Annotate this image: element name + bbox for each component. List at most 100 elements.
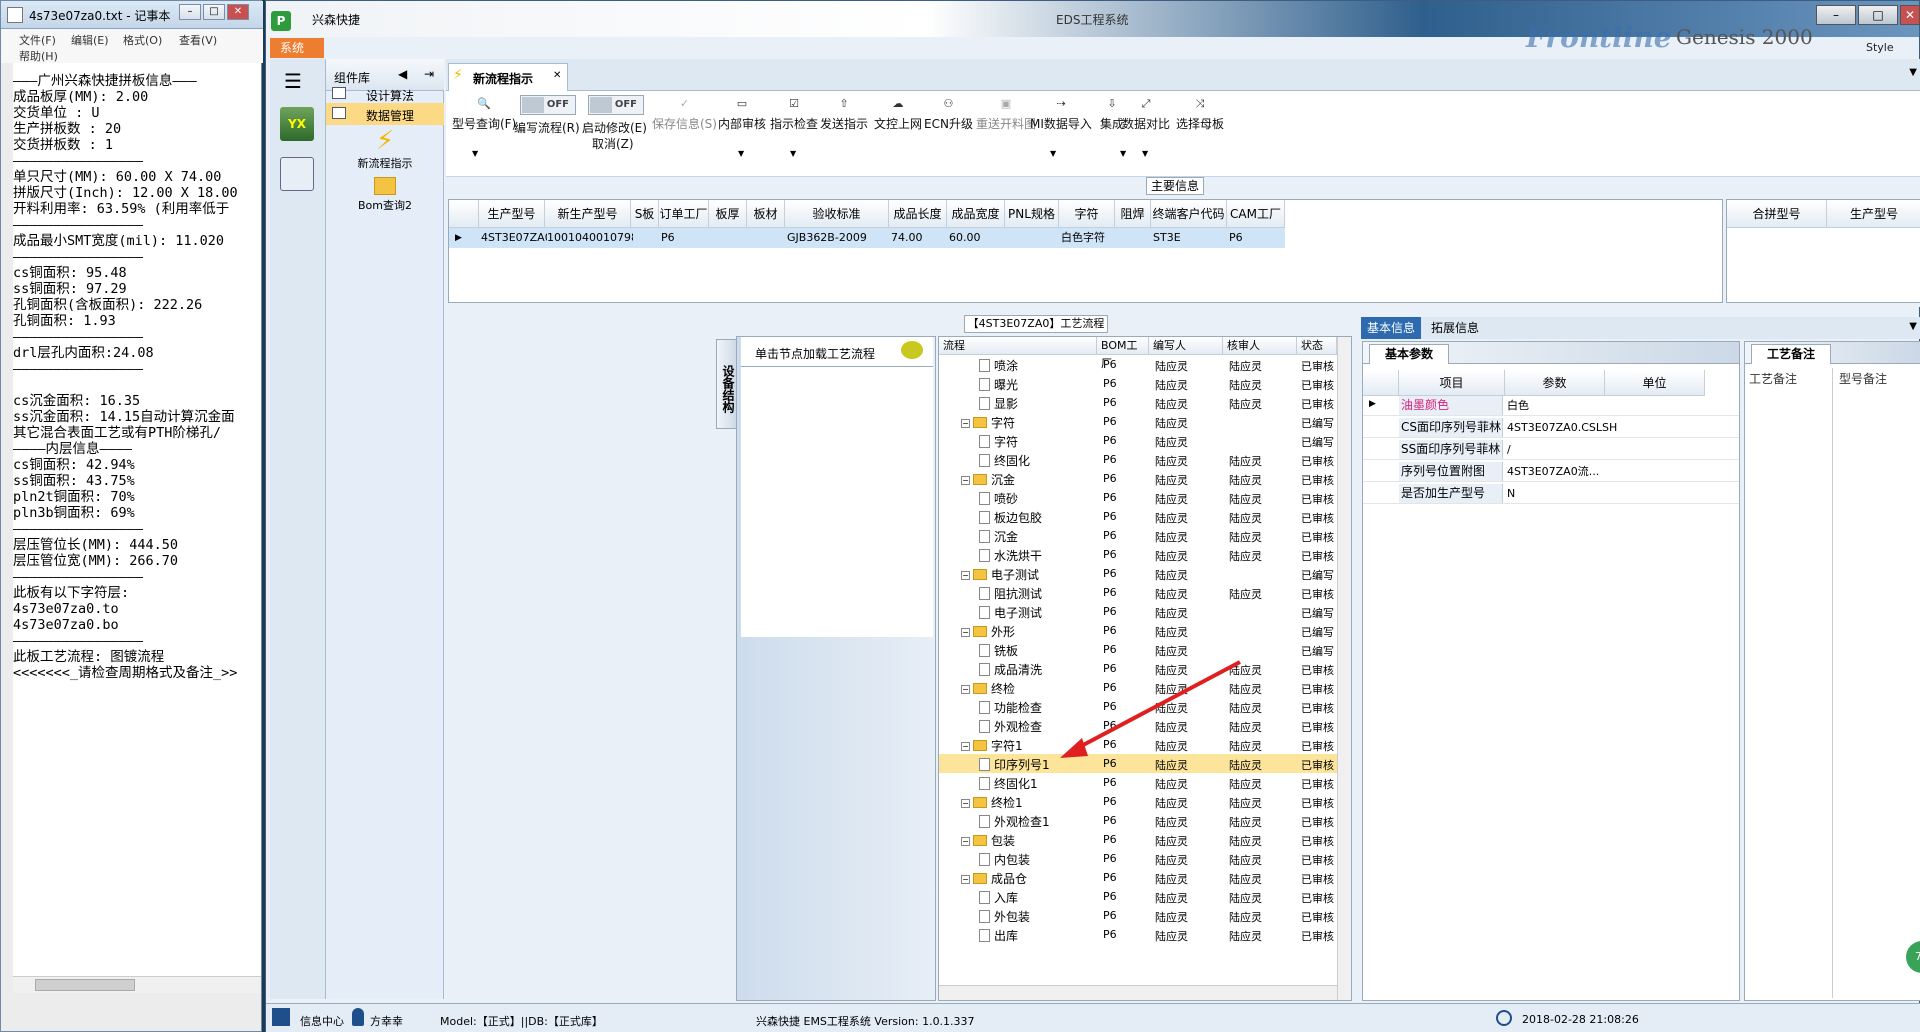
column-header[interactable]: 终端客户代码 bbox=[1151, 200, 1227, 228]
menu-file[interactable]: 文件(F) bbox=[19, 32, 56, 48]
toolbar-button-13[interactable]: ⤨ 选择母板 bbox=[1176, 97, 1224, 132]
chevron-down-icon[interactable]: ▼ bbox=[472, 149, 478, 158]
column-header[interactable]: 成品宽度 bbox=[947, 200, 1005, 228]
tree-row[interactable]: 终固化 P6 陆应灵 陆应灵 已审核 bbox=[939, 450, 1339, 469]
column-header[interactable]: 生产型号 bbox=[479, 200, 545, 228]
menu-view[interactable]: 查看(V) bbox=[179, 32, 217, 48]
notepad-hscrollbar[interactable] bbox=[13, 976, 261, 993]
param-column-header[interactable]: 参数 bbox=[1505, 370, 1605, 396]
column-header[interactable]: 板材 bbox=[747, 200, 785, 228]
column-header[interactable]: 合拼型号 bbox=[1727, 200, 1827, 228]
expander-icon[interactable]: − bbox=[961, 571, 970, 580]
toolbar-button-12[interactable]: ⤢ 数据对比 bbox=[1122, 97, 1170, 132]
tree-column-header[interactable]: 编写人 bbox=[1149, 337, 1223, 355]
param-column-header[interactable]: 单位 bbox=[1605, 370, 1705, 396]
merged-model-grid[interactable]: 合拼型号 生产型号 bbox=[1726, 199, 1920, 303]
tree-row[interactable]: − 终检 P6 陆应灵 陆应灵 已审核 bbox=[939, 678, 1339, 697]
tree-row[interactable]: 板边包胶 P6 陆应灵 陆应灵 已审核 bbox=[939, 507, 1339, 526]
column-header[interactable]: 板厚 bbox=[709, 200, 747, 228]
column-header[interactable]: 订单工厂 bbox=[659, 200, 709, 228]
close-tab-icon[interactable]: ✕ bbox=[553, 70, 561, 81]
tree-row[interactable]: 沉金 P6 陆应灵 陆应灵 已审核 bbox=[939, 526, 1339, 545]
yx-icon[interactable]: YX bbox=[280, 107, 314, 141]
node-list[interactable] bbox=[741, 367, 933, 637]
tree-row[interactable]: 印序列号1 P6 陆应灵 陆应灵 已审核 bbox=[939, 754, 1339, 773]
tree-row[interactable]: − 字符 P6 陆应灵 已编写 bbox=[939, 412, 1339, 431]
column-header[interactable]: PNL规格 bbox=[1005, 200, 1059, 228]
maximize-button[interactable]: □ bbox=[203, 4, 225, 20]
param-column-header[interactable]: 项目 bbox=[1399, 370, 1505, 396]
tab-craft-notes[interactable]: 工艺备注 bbox=[1751, 344, 1831, 364]
maximize-button[interactable]: □ bbox=[1858, 5, 1898, 25]
tab-basic-params[interactable]: 基本参数 bbox=[1369, 344, 1449, 364]
toolbar-button-8[interactable]: ⚇ ECN升级 bbox=[924, 97, 973, 132]
tree-row[interactable]: 成品清洗 P6 陆应灵 陆应灵 已审核 bbox=[939, 659, 1339, 678]
param-row[interactable]: 是否加生产型号 N bbox=[1363, 484, 1739, 504]
param-value[interactable]: 白色 bbox=[1505, 396, 1605, 415]
toolbar-button-11[interactable]: ⇩ 集成 bbox=[1100, 97, 1124, 132]
tree-row[interactable]: 喷涂 P6 陆应灵 陆应灵 已审核 bbox=[939, 355, 1339, 374]
vertical-tab-equipment[interactable]: 设备结构 bbox=[716, 339, 738, 429]
component-design-algo[interactable]: 设计算法 bbox=[326, 83, 444, 105]
tree-hscrollbar[interactable] bbox=[939, 985, 1337, 1000]
chevron-down-icon[interactable]: ▼ bbox=[1120, 149, 1126, 158]
column-header[interactable]: S板 bbox=[631, 200, 659, 228]
toggle-switch[interactable]: OFF bbox=[588, 95, 644, 115]
minimize-button[interactable]: – bbox=[1816, 5, 1856, 25]
chevron-down-icon[interactable]: ▼ bbox=[738, 149, 744, 158]
tree-column-header[interactable]: 流程 bbox=[939, 337, 1097, 355]
param-row[interactable]: 序列号位置附图 4ST3E07ZA0流... bbox=[1363, 462, 1739, 482]
toggle-switch[interactable]: OFF bbox=[520, 95, 576, 115]
column-header[interactable]: 新生产型号 bbox=[545, 200, 631, 228]
toolbar-button-6[interactable]: ⇧ 发送指示 bbox=[820, 97, 868, 132]
param-value[interactable]: 4ST3E07ZA0.CSLSH bbox=[1505, 418, 1617, 437]
tree-row[interactable]: − 终检1 P6 陆应灵 陆应灵 已审核 bbox=[939, 792, 1339, 811]
tree-row[interactable]: 外观检查 P6 陆应灵 陆应灵 已审核 bbox=[939, 716, 1339, 735]
menu-format[interactable]: 格式(O) bbox=[123, 32, 162, 48]
tree-row[interactable]: 阻抗测试 P6 陆应灵 陆应灵 已审核 bbox=[939, 583, 1339, 602]
chevron-down-icon[interactable]: ▼ bbox=[1142, 149, 1148, 158]
param-row[interactable]: CS面印序列号菲林 4ST3E07ZA0.CSLSH bbox=[1363, 418, 1739, 438]
param-value[interactable]: 4ST3E07ZA0流... bbox=[1505, 462, 1605, 481]
expander-icon[interactable]: − bbox=[961, 742, 970, 751]
minimize-button[interactable]: – bbox=[179, 4, 201, 20]
toolbar-button-3[interactable]: ✓ 保存信息(S) bbox=[652, 97, 717, 132]
chevron-down-icon[interactable]: ▼ bbox=[1050, 149, 1056, 158]
collapse-icon[interactable]: ◀ bbox=[398, 67, 407, 81]
tree-row[interactable]: 外包装 P6 陆应灵 陆应灵 已审核 bbox=[939, 906, 1339, 925]
tree-row[interactable]: 喷砂 P6 陆应灵 陆应灵 已审核 bbox=[939, 488, 1339, 507]
expander-icon[interactable]: − bbox=[961, 875, 970, 884]
tree-row[interactable]: − 外形 P6 陆应灵 已编写 bbox=[939, 621, 1339, 640]
tree-row[interactable]: − 电子测试 P6 陆应灵 已编写 bbox=[939, 564, 1339, 583]
component-data-mgmt[interactable]: 数据管理 bbox=[326, 103, 444, 125]
toolbar-button-5[interactable]: ☑ 指示检查 bbox=[770, 97, 818, 132]
bom-query-item[interactable]: Bom查询2 bbox=[326, 175, 444, 213]
param-value[interactable]: N bbox=[1505, 484, 1605, 503]
process-tree[interactable]: 流程 BOM工厂 编写人 核审人 状态 喷涂 P6 陆应灵 陆应灵 已审核 曝光 P6 陆应灵 陆应灵 已审… bbox=[938, 336, 1352, 1001]
close-button[interactable]: ✕ bbox=[1900, 5, 1920, 25]
column-header[interactable]: 字符 bbox=[1059, 200, 1115, 228]
tree-row[interactable]: − 成品仓 P6 陆应灵 陆应灵 已审核 bbox=[939, 868, 1339, 887]
chevron-down-icon[interactable]: ▼ bbox=[1909, 321, 1917, 332]
expander-icon[interactable]: − bbox=[961, 476, 970, 485]
tree-row[interactable]: 出库 P6 陆应灵 陆应灵 已审核 bbox=[939, 925, 1339, 944]
tree-row[interactable]: − 沉金 P6 陆应灵 陆应灵 已审核 bbox=[939, 469, 1339, 488]
system-tab[interactable]: 系统 bbox=[270, 38, 324, 58]
tree-column-header[interactable]: 核审人 bbox=[1223, 337, 1297, 355]
load-process-button[interactable]: 单击节点加载工艺流程 bbox=[741, 337, 933, 367]
tab-basic-info[interactable]: 基本信息 bbox=[1361, 317, 1422, 339]
toolbar-button-9[interactable]: ▣ 重送开料图 bbox=[976, 97, 1036, 132]
param-value[interactable]: / bbox=[1505, 440, 1605, 459]
expander-icon[interactable]: − bbox=[961, 685, 970, 694]
tree-row[interactable]: 外观检查1 P6 陆应灵 陆应灵 已审核 bbox=[939, 811, 1339, 830]
column-header[interactable]: 阻焊 bbox=[1115, 200, 1151, 228]
tab-new-process[interactable]: ⚡ 新流程指示 ✕ bbox=[448, 63, 568, 91]
model-notes-col[interactable]: 型号备注 bbox=[1835, 368, 1920, 998]
expander-icon[interactable]: − bbox=[961, 419, 970, 428]
column-header[interactable]: CAM工厂 bbox=[1227, 200, 1285, 228]
tree-column-header[interactable]: BOM工厂 bbox=[1097, 337, 1149, 370]
tree-row[interactable]: 电子测试 P6 陆应灵 已编写 bbox=[939, 602, 1339, 621]
tree-row[interactable]: 终固化1 P6 陆应灵 陆应灵 已审核 bbox=[939, 773, 1339, 792]
tab-extended-info[interactable]: 拓展信息 bbox=[1425, 317, 1485, 339]
toolbar-button-0[interactable]: 🔍 型号查询(F) bbox=[452, 97, 516, 132]
